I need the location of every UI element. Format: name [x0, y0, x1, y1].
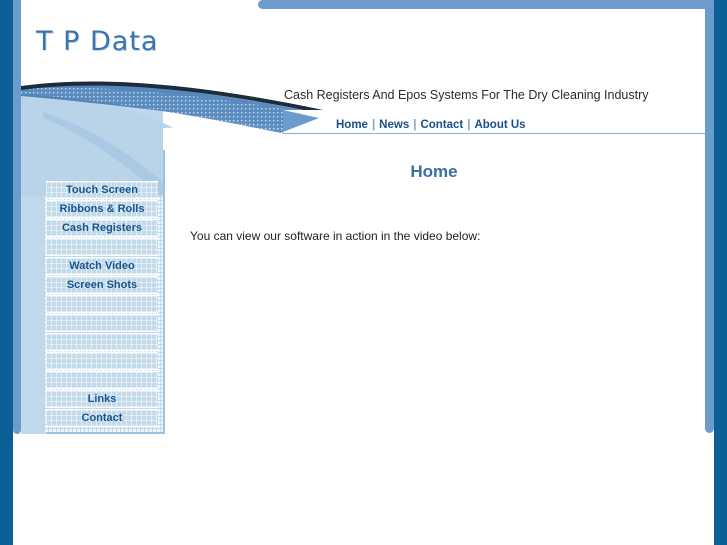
sidebar-menu: Touch Screen Ribbons & Rolls Cash Register… — [46, 150, 165, 434]
nav-separator-2: | — [413, 119, 417, 131]
site-tagline: Cash Registers And Epos Systems For The … — [284, 88, 649, 102]
page-title: Home — [410, 162, 458, 181]
nav-link-home[interactable]: Home — [336, 119, 368, 131]
frame-bar-top — [258, 0, 714, 9]
sidebar-item-placeholder — [46, 295, 158, 313]
nav-link-about-us[interactable]: About Us — [474, 119, 525, 131]
nav-separator-3: | — [467, 119, 471, 131]
sidebar-item-cash-registers[interactable]: Cash Registers — [46, 219, 158, 237]
sidebar-item-placeholder — [46, 352, 158, 370]
frame-bar-left-mid-cap — [13, 424, 21, 434]
nav-separator-1: | — [371, 119, 376, 131]
site-logo[interactable]: T P Data — [36, 26, 158, 57]
sidebar-item-placeholder — [46, 238, 158, 256]
sidebar-item-watch-video[interactable]: Watch Video — [46, 257, 158, 275]
frame-bar-right-mid — [705, 0, 714, 433]
sidebar-item-ribbons-rolls[interactable]: Ribbons & Rolls — [46, 200, 158, 218]
sidebar-item-links[interactable]: Links — [46, 390, 158, 408]
frame-bar-right-dark — [714, 0, 727, 545]
sidebar-item-placeholder — [46, 314, 158, 332]
frame-bar-left-mid — [13, 0, 21, 430]
nav-link-contact[interactable]: Contact — [420, 119, 463, 131]
sidebar-item-placeholder — [46, 371, 158, 389]
sidebar-item-contact[interactable]: Contact — [46, 409, 158, 427]
page-root: T P Data Cash Registers And Epos Systems… — [0, 0, 727, 545]
sidebar-item-screen-shots[interactable]: Screen Shots — [46, 276, 158, 294]
frame-bar-left-dark — [0, 0, 13, 545]
nav-link-news[interactable]: News — [379, 119, 409, 131]
sidebar-item-touch-screen[interactable]: Touch Screen — [46, 181, 158, 199]
top-nav-links: Home | News | Contact | About Us — [336, 119, 526, 131]
sidebar-item-placeholder — [46, 333, 158, 351]
nav-wedge-graphic — [283, 110, 319, 134]
content-paragraph: You can view our software in action in t… — [190, 229, 481, 243]
main-content-panel: Home You can view our software in action… — [163, 134, 705, 434]
